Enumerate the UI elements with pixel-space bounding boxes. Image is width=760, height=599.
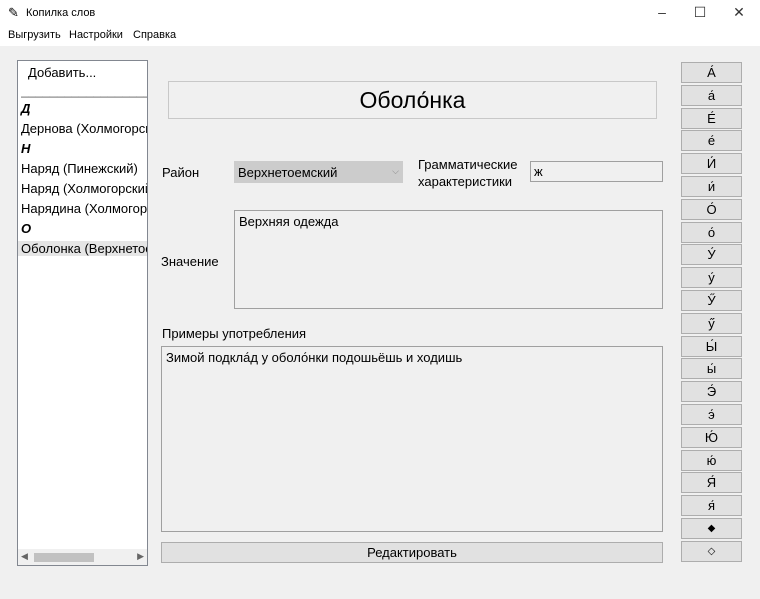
window-title: Копилка слов	[26, 7, 96, 19]
insert-char-button[interactable]: у́	[681, 267, 742, 289]
insert-char-button[interactable]: Э́	[681, 381, 742, 403]
insert-char-button[interactable]: Ю́	[681, 426, 742, 448]
district-label: Район	[162, 165, 200, 180]
insert-char-button[interactable]: э́	[681, 404, 742, 425]
list-item[interactable]: Оболонка (Верхнетоемский)	[18, 241, 147, 256]
insert-char-button[interactable]: И́	[681, 153, 742, 175]
district-combobox[interactable]: Верхнетоемский ⌵	[234, 161, 403, 183]
insert-char-button[interactable]: ы́	[681, 358, 742, 380]
word-title: Оболо́нка	[168, 81, 657, 119]
insert-char-button[interactable]: а́	[681, 84, 742, 106]
insert-char-button[interactable]: ◇	[681, 540, 742, 562]
list-item[interactable]: Нарядина (Холмогорский)	[21, 201, 147, 216]
insert-char-button[interactable]: ◆	[681, 518, 742, 539]
examples-textarea[interactable]: Зимой подкла́д у оболо́нки подошьёшь и х…	[161, 346, 663, 532]
scroll-thumb[interactable]	[34, 553, 94, 562]
close-icon[interactable]: ✕	[729, 4, 749, 21]
list-group-header: Н	[21, 141, 31, 156]
menu-help[interactable]: Справка	[133, 29, 176, 41]
menu-bar: Выгрузить Настройки Справка	[0, 28, 760, 46]
grammar-label-1: Грамматические	[418, 157, 518, 172]
insert-char-button[interactable]: О́	[681, 198, 742, 220]
insert-char-button[interactable]: о́	[681, 221, 742, 243]
word-list[interactable]: Добавить... ____________________ Д Дернов…	[17, 60, 148, 566]
insert-char-button[interactable]: Е́	[681, 107, 742, 129]
list-item[interactable]: Наряд (Пинежский)	[21, 161, 138, 176]
insert-char-button[interactable]: я́	[681, 495, 742, 517]
examples-label: Примеры употребления	[162, 326, 307, 341]
list-item[interactable]: Наряд (Холмогорский)	[21, 181, 147, 196]
insert-char-button[interactable]: и́	[681, 176, 742, 197]
list-group-header: О	[21, 221, 32, 236]
scroll-right-icon[interactable]: ▶	[137, 551, 144, 562]
list-item[interactable]: Дернова (Холмогорский)	[21, 121, 147, 136]
insert-char-button[interactable]: У́	[681, 244, 742, 266]
insert-char-button[interactable]: ӳ	[681, 312, 742, 334]
list-group-header: Д	[21, 101, 31, 116]
meaning-label: Значение	[161, 254, 219, 269]
menu-export[interactable]: Выгрузить	[8, 29, 61, 41]
insert-char-button[interactable]: е́	[681, 130, 742, 152]
chevron-down-icon: ⌵	[392, 166, 399, 176]
insert-char-button[interactable]: А́	[681, 62, 742, 83]
insert-char-button[interactable]: Ӳ	[681, 290, 742, 311]
grammar-label-2: характеристики	[418, 174, 513, 189]
minimize-icon[interactable]: –	[652, 4, 672, 20]
meaning-textarea[interactable]: Верхняя одежда	[234, 210, 663, 309]
edit-button[interactable]: Редактировать	[161, 542, 663, 563]
horizontal-scrollbar[interactable]: ◀ ▶	[18, 549, 147, 565]
scroll-left-icon[interactable]: ◀	[21, 551, 28, 562]
maximize-icon[interactable]: ☐	[690, 4, 710, 21]
menu-settings[interactable]: Настройки	[69, 29, 123, 41]
insert-char-button[interactable]: Ы́	[681, 335, 742, 357]
district-value: Верхнетоемский	[238, 165, 338, 180]
insert-char-button[interactable]: Я́	[681, 472, 742, 494]
grammar-field[interactable]: ж	[530, 161, 663, 182]
add-item[interactable]: Добавить...	[28, 65, 96, 80]
pencil-icon: ✎	[8, 5, 19, 20]
separator: ____________________	[21, 83, 147, 98]
title-bar: ✎ Копилка слов – ☐ ✕	[0, 0, 760, 28]
insert-char-button[interactable]: ю́	[681, 449, 742, 471]
